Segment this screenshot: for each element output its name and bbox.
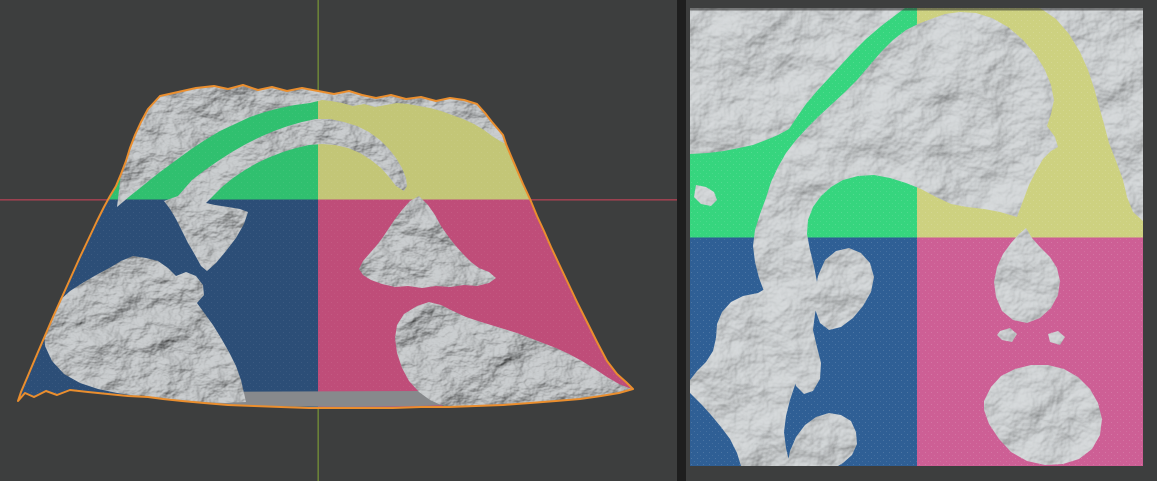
panel-divider-handle[interactable] [677, 0, 686, 481]
image-view-canvas[interactable] [686, 0, 1157, 481]
image-editor-panel[interactable] [686, 0, 1157, 481]
terrain-map-image[interactable] [690, 8, 1143, 466]
viewport-3d-panel[interactable] [0, 0, 677, 481]
image-top-edge [690, 8, 1143, 11]
viewport-3d-canvas[interactable] [0, 0, 677, 481]
blender-workspace [0, 0, 1157, 481]
panel-divider [677, 0, 686, 481]
